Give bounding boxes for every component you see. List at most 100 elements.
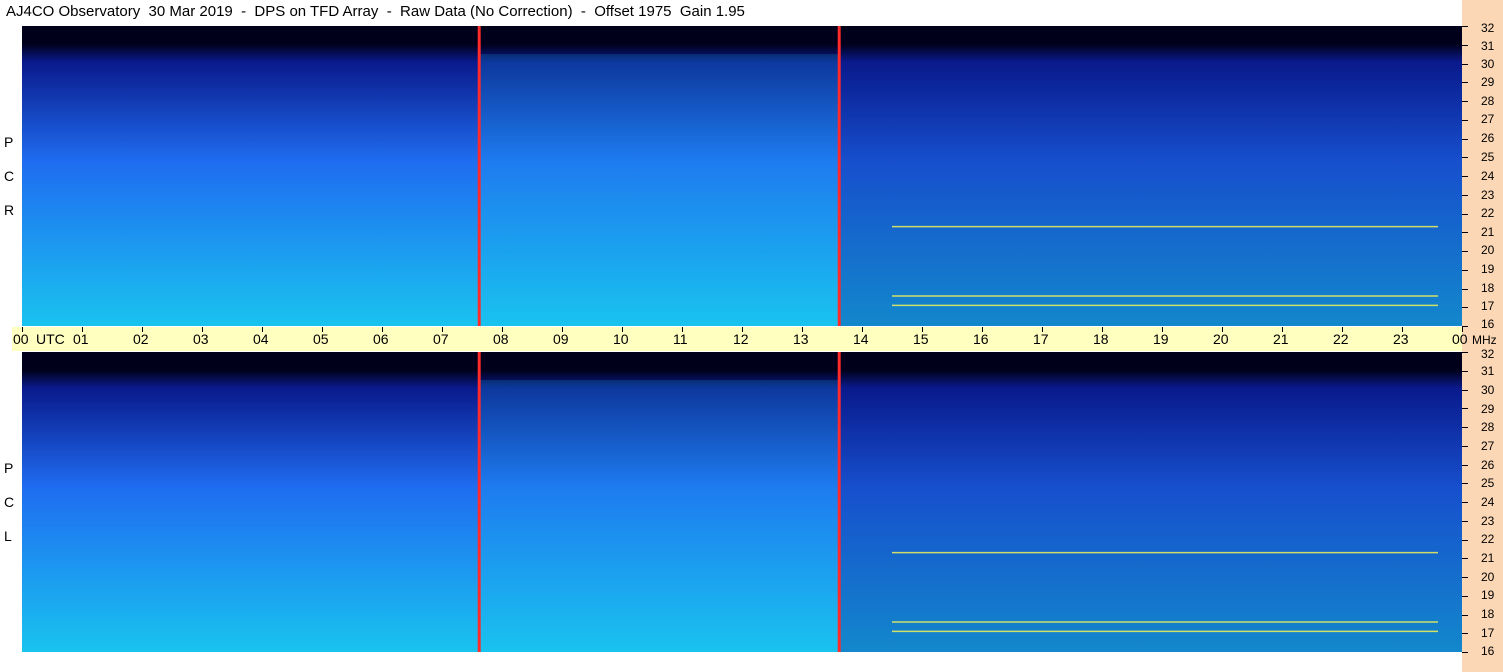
mhz-tick-label: 28 (1481, 94, 1495, 108)
mhz-tick-label: 24 (1481, 169, 1495, 183)
utc-tick-label: 01 (73, 331, 89, 347)
mhz-tick-mark (1462, 595, 1468, 597)
mhz-tick-label: 20 (1481, 243, 1495, 257)
rcp-letter-p: P (4, 134, 14, 150)
mhz-tick-mark (1462, 389, 1468, 391)
utc-tick-label: 21 (1273, 331, 1289, 347)
utc-tick-label: 19 (1153, 331, 1169, 347)
utc-tick-label: 12 (733, 331, 749, 347)
utc-tick-label: 06 (373, 331, 389, 347)
mhz-tick-mark (1462, 82, 1468, 84)
mhz-tick-mark (1462, 26, 1468, 27)
utc-tick-mark (142, 327, 143, 332)
mhz-tick-label: 29 (1481, 75, 1495, 89)
mhz-tick-label: 32 (1481, 347, 1495, 361)
mhz-tick-label: 23 (1481, 188, 1495, 202)
mhz-tick-mark (1462, 176, 1468, 177)
mhz-tick-mark (1462, 370, 1468, 372)
utc-tick-mark (802, 327, 803, 332)
utc-tick-label: 18 (1093, 331, 1109, 347)
mhz-tick-mark (1462, 408, 1468, 410)
utc-tick-label: 07 (433, 331, 449, 347)
utc-tick-mark (622, 327, 623, 332)
utc-tick-mark (22, 327, 23, 332)
mhz-tick-label: 23 (1481, 514, 1495, 528)
utc-tick-mark (262, 327, 263, 332)
mhz-tick-mark (1462, 352, 1468, 353)
utc-tick-label: 15 (913, 331, 929, 347)
lcp-spectrogram-panel (22, 352, 1462, 652)
mhz-tick-label: 22 (1481, 206, 1495, 220)
utc-tick-mark (1102, 327, 1103, 332)
mhz-tick-mark (1462, 558, 1468, 560)
mhz-tick-mark (1462, 119, 1468, 121)
utc-tick-label: 13 (793, 331, 809, 347)
mhz-tick-label: 20 (1481, 570, 1495, 584)
lcp-letter-l: L (4, 528, 12, 544)
rcp-spectrogram-panel (22, 26, 1462, 326)
mhz-tick-mark (1462, 633, 1468, 635)
utc-tick-mark (742, 327, 743, 332)
utc-tick-label: 16 (973, 331, 989, 347)
mhz-tick-mark (1462, 101, 1468, 102)
mhz-tick-mark (1462, 307, 1468, 309)
utc-tick-mark (502, 327, 503, 332)
utc-tick-label: 00 (13, 331, 29, 347)
utc-tick-mark (1222, 327, 1223, 332)
rcp-letter-c: C (4, 168, 15, 184)
rcp-letter-r: R (4, 202, 15, 218)
utc-tick-mark (1462, 327, 1463, 332)
utc-tick-mark (682, 327, 683, 332)
lcp-spectrogram (22, 352, 1462, 652)
mhz-tick-mark (1462, 138, 1468, 140)
mhz-tick-label: 17 (1481, 299, 1495, 313)
chart-title: AJ4CO Observatory 30 Mar 2019 - DPS on T… (6, 3, 745, 20)
mhz-tick-mark (1462, 577, 1468, 578)
mhz-tick-label: 21 (1481, 551, 1495, 565)
mhz-tick-mark (1462, 326, 1468, 327)
utc-tick-mark (1282, 327, 1283, 332)
mhz-tick-mark (1462, 464, 1468, 466)
spectrogram-day-region (479, 380, 840, 652)
mhz-tick-label: 18 (1481, 607, 1495, 621)
utc-tick-label: 14 (853, 331, 869, 347)
mhz-tick-mark (1462, 194, 1468, 196)
mhz-tick-label: 30 (1481, 57, 1495, 71)
utc-unit-label: UTC (36, 331, 65, 347)
utc-tick-label: 02 (133, 331, 149, 347)
mhz-tick-label: 17 (1481, 626, 1495, 640)
utc-tick-label: 20 (1213, 331, 1229, 347)
utc-tick-label: 05 (313, 331, 329, 347)
utc-tick-label: 09 (553, 331, 569, 347)
mhz-tick-label: 21 (1481, 225, 1495, 239)
rcp-spectrogram (22, 26, 1462, 326)
utc-tick-label: 22 (1333, 331, 1349, 347)
utc-tick-mark (862, 327, 863, 332)
mhz-tick-label: 31 (1481, 364, 1495, 378)
utc-tick-label: 17 (1033, 331, 1049, 347)
mhz-tick-mark (1462, 652, 1468, 653)
utc-tick-mark (562, 327, 563, 332)
mhz-tick-mark (1462, 520, 1468, 522)
utc-tick-mark (322, 327, 323, 332)
mhz-tick-mark (1462, 614, 1468, 616)
utc-tick-label: 08 (493, 331, 509, 347)
mhz-tick-mark (1462, 213, 1468, 215)
utc-tick-mark (1162, 327, 1163, 332)
utc-tick-label: 04 (253, 331, 269, 347)
mhz-tick-label: 25 (1481, 476, 1495, 490)
mhz-tick-mark (1462, 445, 1468, 447)
mhz-tick-label: 19 (1481, 262, 1495, 276)
lcp-letter-c: C (4, 494, 15, 510)
mhz-tick-label: 26 (1481, 131, 1495, 145)
mhz-tick-label: 27 (1481, 439, 1495, 453)
mhz-tick-mark (1462, 288, 1468, 290)
mhz-tick-mark (1462, 232, 1468, 234)
utc-tick-mark (1342, 327, 1343, 332)
utc-tick-mark (982, 327, 983, 332)
utc-tick-label: 23 (1393, 331, 1409, 347)
mhz-tick-label: 16 (1481, 317, 1495, 331)
mhz-tick-label: 32 (1481, 21, 1495, 35)
utc-tick-mark (1042, 327, 1043, 332)
spectrogram-shade-region (839, 63, 1462, 326)
